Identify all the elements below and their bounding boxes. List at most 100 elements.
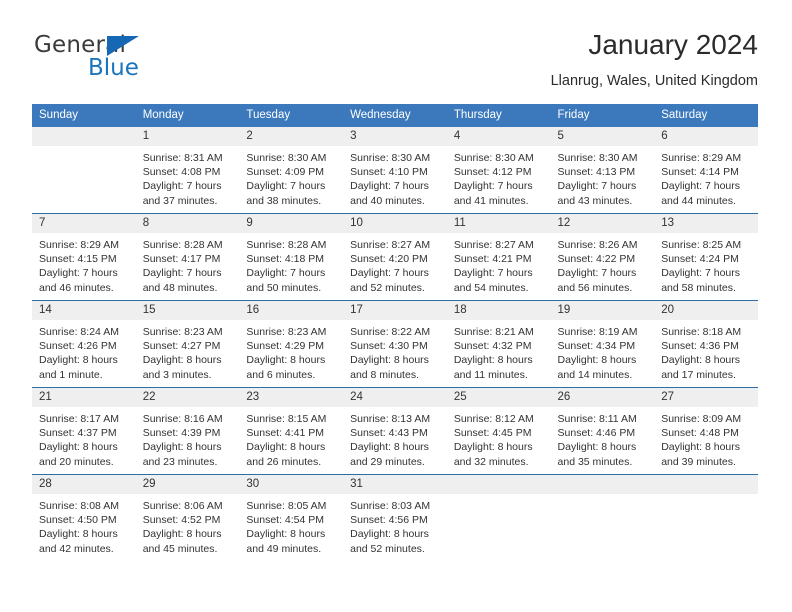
daylight-duration-line2: and 37 minutes.	[142, 194, 218, 207]
calendar-day-cell[interactable]: 20 Sunrise: 8:18 AM Sunset: 4:36 PM Dayligh…	[654, 300, 758, 388]
calendar-day-cell[interactable]: 23 Sunrise: 8:15 AM Sunset: 4:41 PM Dayligh…	[239, 387, 344, 475]
day-cell-content: 8 Sunrise: 8:28 AM Sunset: 4:17 PM Daylight…	[135, 214, 240, 300]
day-details: Sunrise: 8:06 AM Sunset: 4:52 PM Daylight:…	[136, 494, 240, 556]
calendar-day-cell[interactable]: 27 Sunrise: 8:09 AM Sunset: 4:48 PM Dayligh…	[654, 387, 758, 475]
general-blue-logo[interactable]: General Blue	[34, 32, 194, 84]
calendar-day-cell	[446, 474, 551, 555]
calendar-day-cell[interactable]: 26 Sunrise: 8:11 AM Sunset: 4:46 PM Dayligh…	[550, 387, 655, 475]
day-details: Sunrise: 8:30 AM Sunset: 4:12 PM Daylight:…	[447, 146, 551, 208]
day-number: 27	[654, 388, 758, 407]
calendar-day-cell[interactable]: 25 Sunrise: 8:12 AM Sunset: 4:45 PM Dayligh…	[446, 387, 551, 475]
day-cell-content: 11 Sunrise: 8:27 AM Sunset: 4:21 PM Dayligh…	[446, 214, 551, 300]
sunset-time: Sunset: 4:32 PM	[453, 340, 532, 353]
day-details: Sunrise: 8:30 AM Sunset: 4:09 PM Daylight:…	[239, 146, 343, 208]
sunrise-time: Sunrise: 8:03 AM	[350, 500, 431, 512]
daylight-duration-line2: and 43 minutes.	[557, 194, 633, 207]
day-number: 21	[32, 388, 136, 407]
calendar-week-row: 14 Sunrise: 8:24 AM Sunset: 4:26 PM Dayligh…	[32, 300, 758, 388]
calendar-day-cell[interactable]: 15 Sunrise: 8:23 AM Sunset: 4:27 PM Dayligh…	[135, 300, 240, 388]
calendar-day-cell[interactable]: 28 Sunrise: 8:08 AM Sunset: 4:50 PM Dayligh…	[32, 474, 136, 555]
day-details: Sunrise: 8:28 AM Sunset: 4:17 PM Daylight:…	[136, 233, 240, 295]
daylight-duration-line1: Daylight: 7 hours	[246, 180, 326, 193]
day-cell-content: 10 Sunrise: 8:27 AM Sunset: 4:20 PM Dayligh…	[343, 214, 447, 300]
daylight-duration-line2: and 48 minutes.	[142, 281, 218, 294]
sunset-time: Sunset: 4:54 PM	[246, 514, 325, 527]
calendar-day-cell[interactable]: 14 Sunrise: 8:24 AM Sunset: 4:26 PM Dayligh…	[32, 300, 136, 388]
calendar-day-cell[interactable]: 9 Sunrise: 8:28 AM Sunset: 4:18 PM Daylight…	[239, 213, 344, 301]
calendar-day-cell[interactable]: 8 Sunrise: 8:28 AM Sunset: 4:17 PM Daylight…	[135, 213, 240, 301]
day-number: 15	[135, 301, 240, 320]
day-details: Sunrise: 8:29 AM Sunset: 4:14 PM Daylight:…	[654, 146, 758, 208]
calendar-day-cell[interactable]: 4 Sunrise: 8:30 AM Sunset: 4:12 PM Daylight…	[446, 127, 551, 214]
day-cell-content: 30 Sunrise: 8:05 AM Sunset: 4:54 PM Dayligh…	[239, 475, 344, 555]
calendar-day-cell[interactable]: 31 Sunrise: 8:03 AM Sunset: 4:56 PM Dayligh…	[343, 474, 447, 555]
daylight-duration-line1: Daylight: 7 hours	[350, 180, 429, 193]
triangle-logo-icon	[107, 36, 139, 56]
calendar-day-cell[interactable]: 3 Sunrise: 8:30 AM Sunset: 4:10 PM Daylight…	[343, 127, 447, 214]
day-number: 24	[343, 388, 447, 407]
daylight-duration-line1: Daylight: 8 hours	[453, 354, 533, 367]
daylight-duration-line2: and 29 minutes.	[350, 455, 425, 468]
day-details: Sunrise: 8:18 AM Sunset: 4:36 PM Daylight:…	[654, 320, 758, 382]
sunrise-time: Sunrise: 8:27 AM	[350, 239, 431, 251]
sunset-time: Sunset: 4:48 PM	[661, 427, 739, 440]
sunset-time: Sunset: 4:24 PM	[661, 253, 739, 266]
daylight-duration-line2: and 6 minutes.	[246, 368, 316, 381]
calendar-day-cell[interactable]: 5 Sunrise: 8:30 AM Sunset: 4:13 PM Daylight…	[550, 127, 655, 214]
sunrise-time: Sunrise: 8:16 AM	[142, 413, 223, 425]
calendar-day-cell[interactable]: 1 Sunrise: 8:31 AM Sunset: 4:08 PM Daylight…	[135, 127, 240, 214]
calendar-day-cell[interactable]: 13 Sunrise: 8:25 AM Sunset: 4:24 PM Dayligh…	[654, 213, 758, 301]
daylight-duration-line1: Daylight: 7 hours	[453, 267, 533, 280]
day-cell-content: 24 Sunrise: 8:13 AM Sunset: 4:43 PM Dayligh…	[343, 388, 447, 474]
day-details: Sunrise: 8:15 AM Sunset: 4:41 PM Daylight:…	[239, 407, 343, 469]
day-cell-content: 13 Sunrise: 8:25 AM Sunset: 4:24 PM Dayligh…	[654, 214, 758, 300]
sunrise-time: Sunrise: 8:23 AM	[246, 326, 327, 338]
calendar-day-cell[interactable]: 30 Sunrise: 8:05 AM Sunset: 4:54 PM Dayligh…	[239, 474, 344, 555]
daylight-duration-line1: Daylight: 8 hours	[453, 441, 533, 454]
day-number: 19	[550, 301, 655, 320]
sunset-time: Sunset: 4:43 PM	[350, 427, 428, 440]
calendar-day-cell[interactable]: 22 Sunrise: 8:16 AM Sunset: 4:39 PM Dayligh…	[135, 387, 240, 475]
daylight-duration-line2: and 56 minutes.	[557, 281, 633, 294]
sunrise-time: Sunrise: 8:09 AM	[661, 413, 742, 425]
calendar-day-cell[interactable]: 29 Sunrise: 8:06 AM Sunset: 4:52 PM Dayligh…	[135, 474, 240, 556]
calendar-week-row: 7 Sunrise: 8:29 AM Sunset: 4:15 PM Daylight…	[32, 213, 758, 301]
calendar-day-cell[interactable]: 19 Sunrise: 8:19 AM Sunset: 4:34 PM Dayligh…	[550, 300, 655, 388]
sunrise-time: Sunrise: 8:15 AM	[246, 413, 327, 425]
calendar-day-cell[interactable]: 12 Sunrise: 8:26 AM Sunset: 4:22 PM Dayligh…	[550, 213, 655, 301]
day-number: 8	[135, 214, 240, 233]
calendar-day-cell[interactable]: 11 Sunrise: 8:27 AM Sunset: 4:21 PM Dayligh…	[446, 213, 551, 301]
sunrise-sunset-calendar: Sunday Monday Tuesday Wednesday Thursday…	[32, 104, 758, 555]
weekday-header-thursday: Thursday	[446, 104, 551, 127]
calendar-day-cell[interactable]: 7 Sunrise: 8:29 AM Sunset: 4:15 PM Daylight…	[32, 213, 136, 301]
day-number	[32, 127, 136, 146]
daylight-duration-line2: and 50 minutes.	[246, 281, 322, 294]
daylight-duration-line2: and 39 minutes.	[661, 455, 736, 468]
calendar-day-cell[interactable]: 10 Sunrise: 8:27 AM Sunset: 4:20 PM Dayligh…	[343, 213, 447, 301]
sunrise-time: Sunrise: 8:08 AM	[39, 500, 119, 512]
day-number	[550, 475, 655, 494]
sunrise-time: Sunrise: 8:18 AM	[661, 326, 742, 338]
calendar-day-cell[interactable]: 21 Sunrise: 8:17 AM Sunset: 4:37 PM Dayligh…	[32, 387, 136, 475]
daylight-duration-line1: Daylight: 8 hours	[661, 441, 741, 454]
day-number: 25	[446, 388, 551, 407]
day-details: Sunrise: 8:26 AM Sunset: 4:22 PM Daylight:…	[551, 233, 655, 295]
title-block: January 2024 Llanrug, Wales, United King…	[551, 28, 758, 91]
calendar-day-cell[interactable]: 6 Sunrise: 8:29 AM Sunset: 4:14 PM Daylight…	[654, 127, 758, 214]
calendar-day-cell[interactable]: 16 Sunrise: 8:23 AM Sunset: 4:29 PM Dayligh…	[239, 300, 344, 388]
sunset-time: Sunset: 4:36 PM	[661, 340, 739, 353]
sunset-time: Sunset: 4:41 PM	[246, 427, 325, 440]
daylight-duration-line1: Daylight: 8 hours	[142, 441, 222, 454]
calendar-day-cell[interactable]: 2 Sunrise: 8:30 AM Sunset: 4:09 PM Daylight…	[239, 127, 344, 214]
day-number: 14	[32, 301, 136, 320]
day-number: 12	[550, 214, 655, 233]
calendar-day-cell[interactable]: 18 Sunrise: 8:21 AM Sunset: 4:32 PM Dayligh…	[446, 300, 551, 388]
daylight-duration-line1: Daylight: 7 hours	[557, 267, 637, 280]
day-cell-content: 31 Sunrise: 8:03 AM Sunset: 4:56 PM Dayligh…	[343, 475, 447, 555]
sunset-time: Sunset: 4:09 PM	[246, 166, 325, 179]
sunset-time: Sunset: 4:39 PM	[142, 427, 221, 440]
calendar-day-cell[interactable]: 24 Sunrise: 8:13 AM Sunset: 4:43 PM Dayligh…	[343, 387, 447, 475]
calendar-day-cell[interactable]: 17 Sunrise: 8:22 AM Sunset: 4:30 PM Dayligh…	[343, 300, 447, 388]
sunset-time: Sunset: 4:29 PM	[246, 340, 325, 353]
sunrise-time: Sunrise: 8:27 AM	[453, 239, 534, 251]
